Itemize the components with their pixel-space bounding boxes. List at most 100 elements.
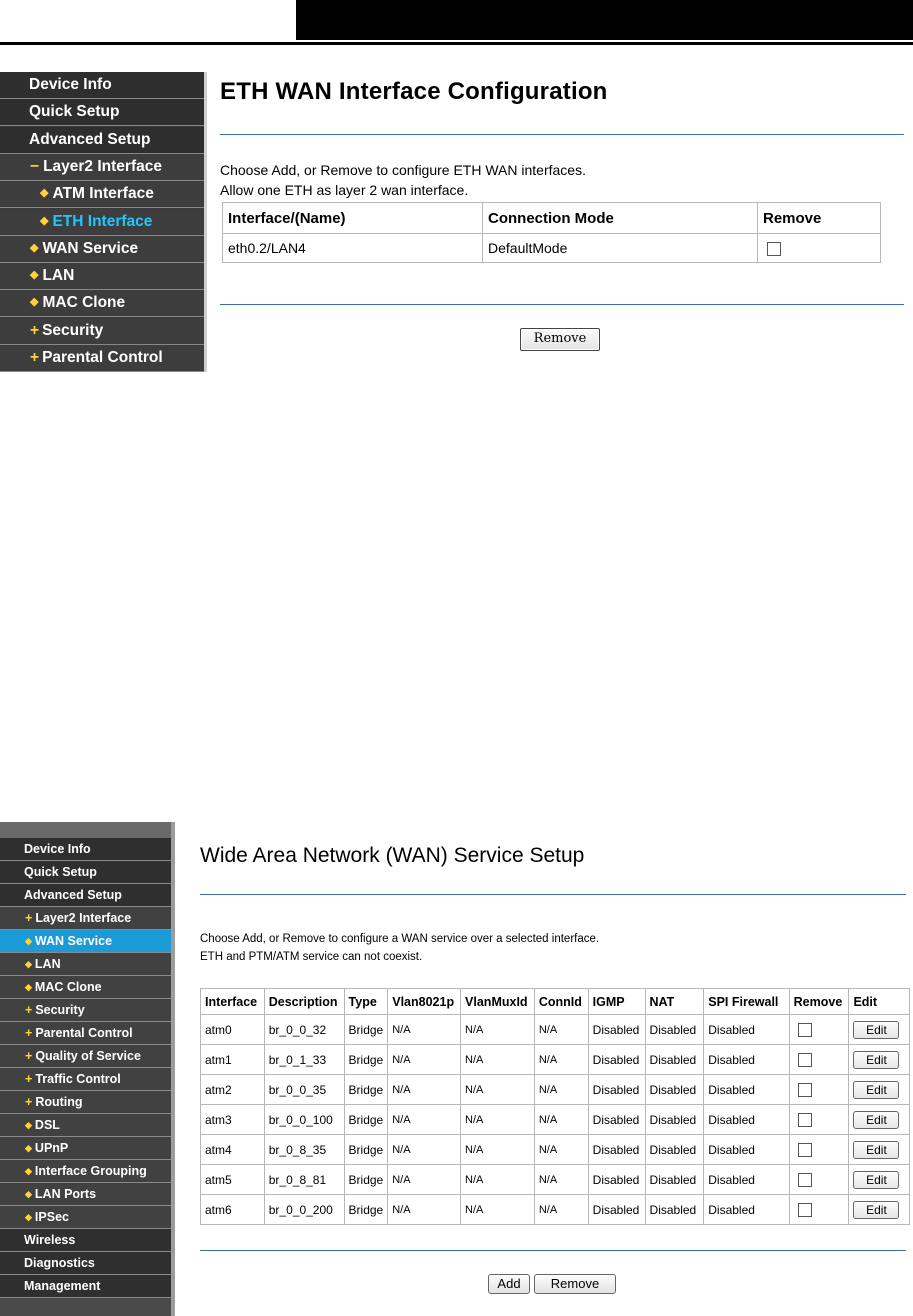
table-cell: Disabled — [644, 1134, 705, 1165]
table-row: atm6 br_0_0_200 Bridge N/A N/A N/A Disabled Dis… — [200, 1194, 910, 1225]
table-row: atm0 br_0_0_32 Bridge N/A N/A N/A Disabled Disa… — [200, 1014, 910, 1045]
sidebar-item-label: Management — [24, 1279, 101, 1293]
table-cell: atm2 — [200, 1074, 265, 1105]
cell-interface: eth0.2/LAN4 — [222, 233, 483, 263]
sidebar-item-mac-clone[interactable]: ◆ MAC Clone — [0, 290, 204, 318]
instruction-text: Choose Add, or Remove to configure a WAN… — [200, 933, 600, 945]
sidebar-item-quick-setup[interactable]: Quick Setup — [0, 99, 204, 127]
bullet-icon: ◆ — [25, 1212, 32, 1222]
sidebar-item-label: Security — [42, 321, 104, 339]
remove-cell — [788, 1104, 850, 1135]
remove-checkbox[interactable] — [797, 1202, 812, 1217]
edit-button[interactable]: Edit — [853, 1110, 900, 1129]
sidebar-item-parental-control[interactable]: + Parental Control — [0, 1022, 171, 1045]
table-cell: N/A — [533, 1074, 589, 1105]
bullet-icon: ◆ — [25, 1143, 32, 1153]
table-divider — [220, 304, 904, 305]
expand-icon: + — [25, 1095, 33, 1109]
sidebar-item-parental-control[interactable]: + Parental Control — [0, 345, 204, 372]
sidebar-item-label: WAN Service — [34, 934, 113, 948]
sidebar-item-quick-setup[interactable]: Quick Setup — [0, 861, 171, 884]
col-header: Interface/(Name) — [222, 202, 483, 234]
instruction-text: Choose Add, or Remove to configure ETH W… — [220, 162, 586, 178]
remove-checkbox[interactable] — [767, 242, 781, 257]
edit-button[interactable]: Edit — [853, 1020, 900, 1039]
table-cell: Disabled — [644, 1164, 705, 1195]
sidebar-item-advanced-setup[interactable]: Advanced Setup — [0, 884, 171, 907]
sidebar-item-management[interactable]: Management — [0, 1275, 171, 1298]
table-cell: N/A — [387, 1044, 462, 1075]
sidebar-nav: Device Info Quick Setup Advanced Setup − Lay… — [0, 72, 207, 372]
edit-button[interactable]: Edit — [853, 1170, 900, 1189]
remove-checkbox[interactable] — [797, 1022, 812, 1037]
table-cell: N/A — [533, 1014, 589, 1045]
table-cell: Bridge — [343, 1014, 389, 1045]
sidebar-item-label: Routing — [35, 1095, 83, 1109]
add-button[interactable]: Add — [488, 1274, 530, 1294]
sidebar-item-wan-service[interactable]: ◆ WAN Service — [0, 235, 204, 263]
edit-button[interactable]: Edit — [853, 1080, 900, 1099]
table-cell: Disabled — [644, 1014, 705, 1045]
edit-cell: Edit — [848, 1044, 910, 1075]
sidebar-item-lan-ports[interactable]: ◆ LAN Ports — [0, 1183, 171, 1206]
table-cell: N/A — [387, 1014, 462, 1045]
sidebar-item-upnp[interactable]: ◆ UPnP — [0, 1137, 171, 1160]
sidebar-item-mac-clone[interactable]: ◆ MAC Clone — [0, 976, 171, 999]
remove-button[interactable]: Remove — [520, 328, 600, 351]
table-cell: N/A — [460, 1194, 535, 1225]
sidebar-item-label: Device Info — [24, 842, 91, 856]
remove-cell — [788, 1164, 850, 1195]
sidebar-item-label: MAC Clone — [42, 294, 126, 312]
remove-checkbox[interactable] — [797, 1172, 812, 1187]
sidebar-item-traffic-control[interactable]: + Traffic Control — [0, 1068, 171, 1091]
edit-button[interactable]: Edit — [853, 1140, 900, 1159]
sidebar-item-device-info[interactable]: Device Info — [0, 838, 171, 861]
sidebar-item-lan[interactable]: ◆ LAN — [0, 953, 171, 976]
sidebar-item-label: Wireless — [24, 1233, 76, 1247]
sidebar-item-device-info[interactable]: Device Info — [0, 72, 204, 99]
sidebar-item-security[interactable]: + Security — [0, 999, 171, 1022]
header-divider — [0, 42, 913, 45]
sidebar-item-ipsec[interactable]: ◆ IPSec — [0, 1206, 171, 1229]
sidebar-item-label: WAN Service — [42, 239, 139, 257]
sidebar-item-interface-grouping[interactable]: ◆ Interface Grouping — [0, 1160, 171, 1183]
col-header: Remove — [788, 988, 850, 1015]
remove-checkbox[interactable] — [797, 1052, 812, 1067]
sidebar-item-diagnostics[interactable]: Diagnostics — [0, 1252, 171, 1275]
table-cell: Bridge — [343, 1134, 389, 1165]
sidebar-item-security[interactable]: + Security — [0, 317, 204, 345]
sidebar-item-atm-interface[interactable]: ◆ ATM Interface — [0, 181, 204, 209]
sidebar-item-layer2-interface[interactable]: − Layer2 Interface — [0, 153, 204, 181]
remove-checkbox[interactable] — [797, 1082, 812, 1097]
sidebar-item-advanced-setup[interactable]: Advanced Setup — [0, 126, 204, 154]
sidebar-item-label: DSL — [34, 1118, 60, 1132]
sidebar-item-label: Layer2 Interface — [43, 157, 162, 175]
note-text: Allow one ETH as layer 2 wan interface. — [220, 182, 469, 198]
table-cell: atm3 — [200, 1104, 265, 1135]
table-cell: atm6 — [200, 1194, 265, 1225]
expand-icon: + — [25, 1003, 33, 1017]
sidebar-item-eth-interface[interactable]: ◆ ETH Interface — [0, 208, 204, 236]
table-row: atm3 br_0_0_100 Bridge N/A N/A N/A Disabled Dis… — [200, 1104, 910, 1135]
table-row: atm1 br_0_1_33 Bridge N/A N/A N/A Disabled Disa… — [200, 1044, 910, 1075]
remove-checkbox[interactable] — [797, 1142, 812, 1157]
remove-cell — [788, 1014, 850, 1045]
sidebar-item-layer2-interface[interactable]: + Layer2 Interface — [0, 907, 171, 930]
remove-checkbox[interactable] — [797, 1112, 812, 1127]
bullet-icon: ◆ — [25, 1120, 32, 1130]
table-cell: N/A — [460, 1164, 535, 1195]
sidebar-item-routing[interactable]: + Routing — [0, 1091, 171, 1114]
sidebar-item-wireless[interactable]: Wireless — [0, 1229, 171, 1252]
edit-button[interactable]: Edit — [853, 1050, 900, 1069]
table-cell: Disabled — [587, 1074, 646, 1105]
sidebar-item-dsl[interactable]: ◆ DSL — [0, 1114, 171, 1137]
table-cell: N/A — [533, 1134, 589, 1165]
sidebar-item-lan[interactable]: ◆ LAN — [0, 263, 204, 291]
edit-button[interactable]: Edit — [853, 1200, 900, 1219]
remove-button[interactable]: Remove — [534, 1274, 616, 1294]
table-cell: Disabled — [703, 1164, 790, 1195]
sidebar-item-quality-of-service[interactable]: + Quality of Service — [0, 1045, 171, 1068]
sidebar-item-label: Quick Setup — [24, 865, 97, 879]
table-row: eth0.2/LAN4 DefaultMode — [222, 233, 881, 263]
sidebar-item-wan-service[interactable]: ◆ WAN Service — [0, 930, 171, 953]
